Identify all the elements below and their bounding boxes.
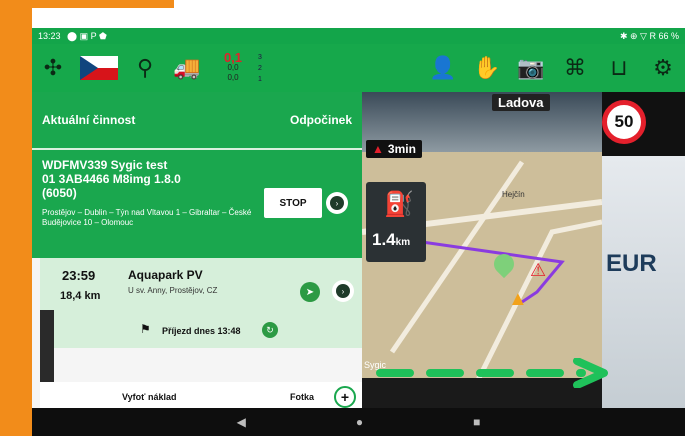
speed-value: 0,1	[223, 50, 243, 65]
swipe-arrow-icon	[376, 358, 608, 388]
job-panel: Aktuální činnost Odpočinek WDFMV339 Sygi…	[32, 92, 362, 412]
eta-value: 3min	[387, 142, 416, 156]
czech-flag-icon[interactable]	[80, 56, 118, 80]
status-bar: 13:23 ⬤ ▣ P ⬟ ✱ ⊕ ▽ R 66 %	[32, 28, 685, 44]
orange-frame-top	[32, 0, 174, 8]
chevron-icon: ›	[336, 284, 350, 298]
refresh-icon[interactable]: ↻	[262, 322, 278, 338]
place-label: Hejčín	[502, 190, 525, 199]
level-3: 3	[258, 53, 262, 61]
activity-label: Aktuální činnost	[42, 113, 136, 127]
orange-frame-left	[0, 0, 32, 436]
camera-photo: EUR	[602, 156, 685, 408]
fuel-widget[interactable]: ⛽ 1.4km	[366, 182, 426, 262]
job-route: Prostějov – Dublin – Týn nad Vltavou 1 –…	[42, 208, 252, 227]
activity-state: Odpočinek	[289, 113, 352, 127]
destination-name: Aquapark PV	[128, 268, 203, 282]
fuel-pump-icon: ⛽	[384, 191, 414, 218]
toolbar-actions: 👤 ✋ 📷 ⌘ ⊔ ⚙	[421, 44, 685, 92]
stop-button[interactable]: STOP	[264, 188, 322, 218]
level-2: 2	[258, 64, 262, 72]
navigate-icon[interactable]: ➤	[300, 282, 320, 302]
recent-apps-button[interactable]: ■	[473, 415, 480, 429]
destination-card[interactable]: 23:59 18,4 km Aquapark PV U sv. Anny, Pr…	[40, 258, 362, 348]
speed-limit-sign: 50	[602, 100, 646, 144]
tacho-levels: 3 2 1	[258, 44, 282, 92]
hand-icon[interactable]: ✋	[465, 44, 509, 92]
fuel-distance-value: 1.4	[372, 230, 396, 249]
street-name: Ladova	[492, 94, 550, 111]
warning-icon: ▲	[372, 142, 384, 156]
destination-more-button[interactable]: ›	[332, 280, 354, 302]
position-arrow-icon: ▲	[508, 288, 528, 310]
status-left: 13:23 ⬤ ▣ P ⬟	[38, 31, 111, 42]
photo-text: EUR	[606, 250, 657, 277]
activity-bar[interactable]: Aktuální činnost Odpočinek	[32, 92, 362, 148]
job-card[interactable]: WDFMV339 Sygic test 01 3AB4466 M8img 1.8…	[32, 150, 362, 258]
tachograph-icon[interactable]: ⚲	[124, 44, 166, 92]
fuel-distance-unit: km	[395, 237, 411, 248]
destination-arrival: Příjezd dnes 13:48	[162, 326, 241, 336]
eta-badge: ▲ 3min	[366, 140, 422, 158]
device-screen: 13:23 ⬤ ▣ P ⬟ ✱ ⊕ ▽ R 66 % ✣ ⚲ 🚚 0,1 0,0…	[32, 28, 685, 436]
home-button[interactable]: ●	[356, 415, 363, 429]
alert-icon: ⚠	[530, 260, 547, 280]
task-action: Fotka	[290, 392, 315, 402]
route-icon[interactable]: ⌘	[553, 44, 597, 92]
fuel-distance: 1.4km	[372, 230, 410, 250]
job-title-line-2: 01 3AB4466 M8img 1.8.0	[42, 172, 181, 186]
add-photo-button[interactable]: +	[334, 386, 356, 408]
job-more-button[interactable]: ›	[326, 192, 348, 214]
speed-line-2: 0,0	[227, 73, 239, 82]
driver-badge-icon[interactable]: 👤	[421, 44, 465, 92]
chevron-icon: ›	[330, 196, 344, 210]
destination-distance: 18,4 km	[60, 290, 101, 302]
notification-icons: ⬤ ▣ P ⬟	[67, 30, 107, 41]
drone-icon[interactable]: ✣	[32, 44, 74, 92]
truck-icon[interactable]: 🚚	[166, 44, 208, 92]
speed-readout: 0,1 0,0 0,0	[208, 44, 258, 92]
level-1: 1	[258, 75, 262, 83]
destination-address: U sv. Anny, Prostějov, CZ	[128, 286, 218, 295]
destination-time: 23:59	[62, 268, 96, 283]
job-title-line-1: WDFMV339 Sygic test	[42, 158, 168, 172]
scale-icon[interactable]: ⊔	[597, 44, 641, 92]
android-nav-bar: ◀ ● ■	[32, 408, 685, 436]
job-title-line-3: (6050)	[42, 186, 77, 200]
back-button[interactable]: ◀	[237, 415, 246, 429]
status-right: ✱ ⊕ ▽ R 66 %	[619, 30, 679, 41]
camera-icon[interactable]: 📷	[509, 44, 553, 92]
top-toolbar: ✣ ⚲ 🚚 0,1 0,0 0,0 3 2 1 👤 ✋ 📷 ⌘ ⊔ ⚙	[32, 44, 685, 92]
speed-line-1: 0,0	[227, 63, 239, 72]
task-label: Vyfoť náklad	[122, 392, 177, 402]
job-title: WDFMV339 Sygic test 01 3AB4466 M8img 1.8…	[42, 158, 262, 200]
settings-icon[interactable]: ⚙	[641, 44, 685, 92]
checkered-flag-icon: ⚑	[140, 322, 151, 336]
status-time: 13:23	[38, 30, 61, 41]
